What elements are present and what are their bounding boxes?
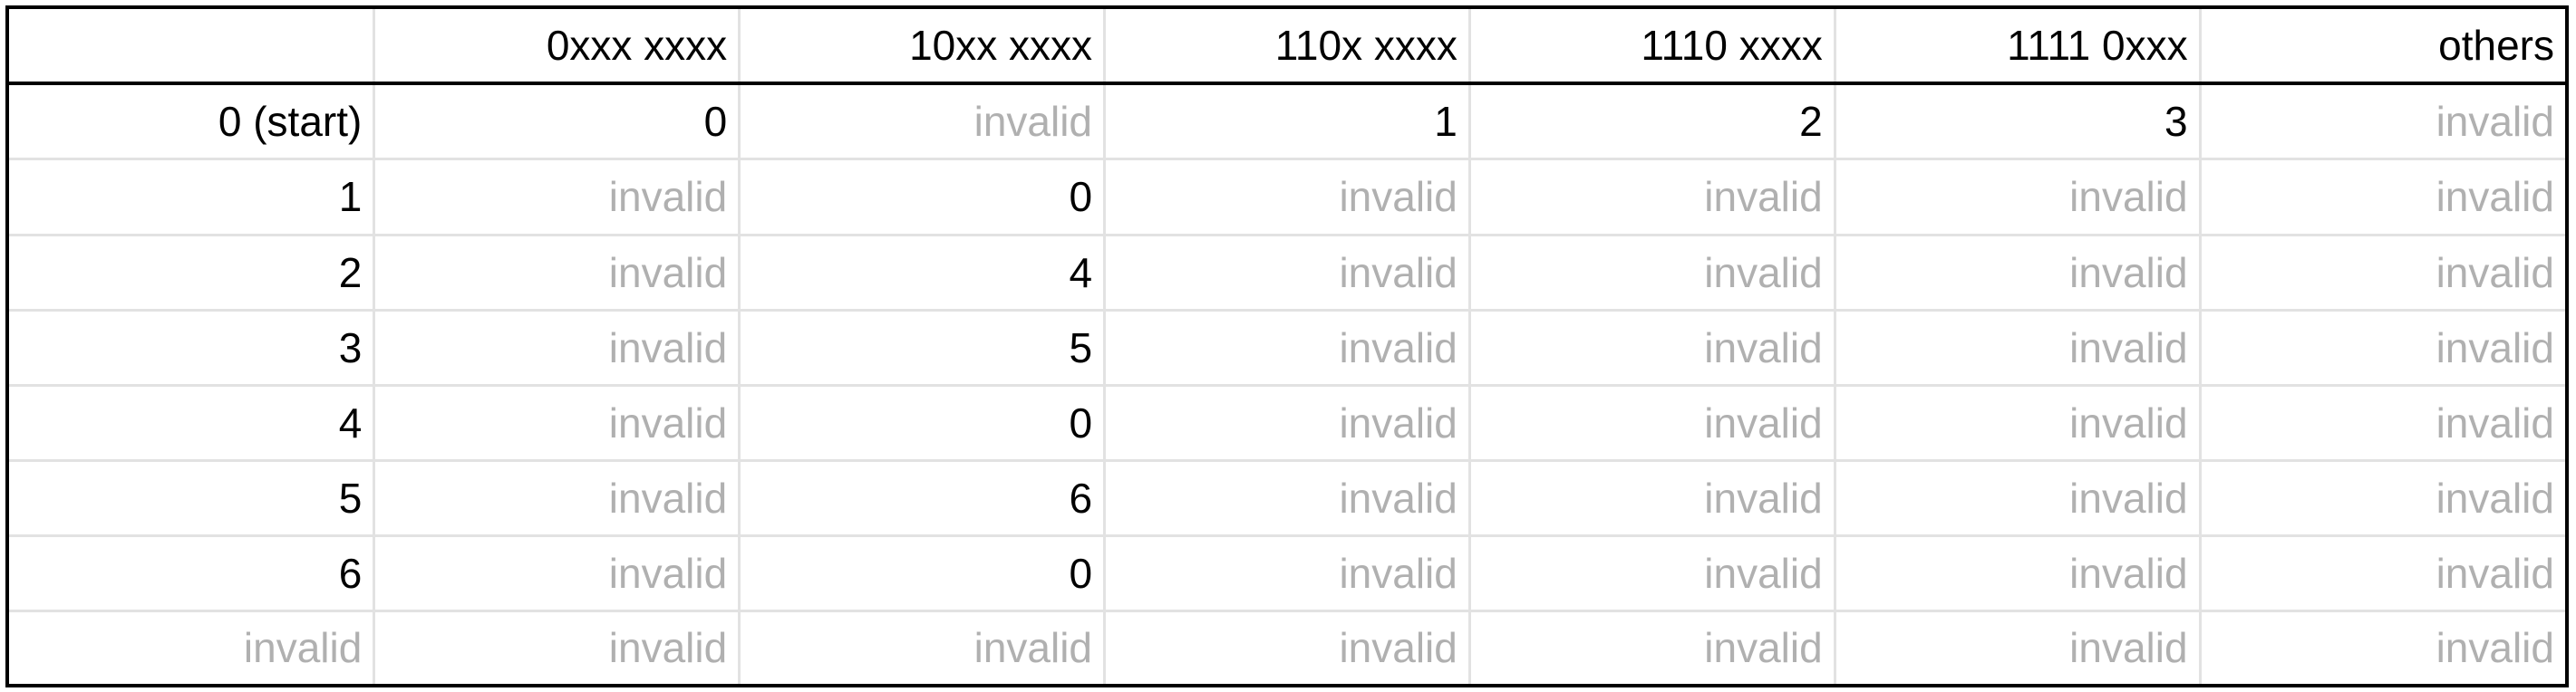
table-cell[interactable]: 0 bbox=[739, 535, 1107, 612]
table-cell[interactable]: invalid bbox=[1469, 310, 1836, 387]
table-cell[interactable]: invalid bbox=[1835, 610, 2202, 684]
table-cell[interactable]: invalid bbox=[1835, 159, 2202, 236]
table-cell[interactable]: invalid bbox=[1835, 460, 2202, 537]
table-cell[interactable]: invalid bbox=[1104, 385, 1471, 462]
table-cell[interactable]: invalid bbox=[739, 83, 1107, 161]
header-cell-others[interactable]: others bbox=[2200, 9, 2565, 85]
table-cell[interactable]: invalid bbox=[1104, 535, 1471, 612]
table-cell[interactable]: 2 bbox=[1469, 83, 1836, 161]
header-cell-0xxx[interactable]: 0xxx xxxx bbox=[373, 9, 741, 85]
table-cell[interactable]: 6 bbox=[739, 460, 1107, 537]
table-cell[interactable]: invalid bbox=[373, 235, 741, 312]
table-row: 6 invalid 0 invalid invalid invalid invalid bbox=[9, 535, 2565, 612]
table-row: 4 invalid 0 invalid invalid invalid invalid bbox=[9, 385, 2565, 462]
table-cell[interactable]: invalid bbox=[1835, 535, 2202, 612]
table-row: 0 (start) 0 invalid 1 2 3 invalid bbox=[9, 83, 2565, 161]
table-cell[interactable]: invalid bbox=[2200, 83, 2565, 161]
table-cell[interactable]: invalid bbox=[1469, 535, 1836, 612]
row-state-cell[interactable]: 3 bbox=[9, 310, 376, 387]
header-row: 0xxx xxxx 10xx xxxx 110x xxxx 1110 xxxx … bbox=[9, 9, 2565, 85]
row-state-cell[interactable]: 1 bbox=[9, 159, 376, 236]
header-cell-10xx[interactable]: 10xx xxxx bbox=[739, 9, 1107, 85]
table-cell[interactable]: 3 bbox=[1835, 83, 2202, 161]
table-cell[interactable]: invalid bbox=[1469, 235, 1836, 312]
table-cell[interactable]: invalid bbox=[373, 460, 741, 537]
table-cell[interactable]: invalid bbox=[2200, 460, 2565, 537]
table-cell[interactable]: invalid bbox=[1469, 385, 1836, 462]
table-row: 2 invalid 4 invalid invalid invalid invalid bbox=[9, 235, 2565, 312]
row-state-cell[interactable]: invalid bbox=[9, 610, 376, 684]
table-cell[interactable]: invalid bbox=[2200, 235, 2565, 312]
header-cell-1110[interactable]: 1110 xxxx bbox=[1469, 9, 1836, 85]
table-row: invalid invalid invalid invalid invalid inval… bbox=[9, 610, 2565, 684]
table-cell[interactable]: invalid bbox=[2200, 610, 2565, 684]
table-cell[interactable]: invalid bbox=[2200, 535, 2565, 612]
table-cell[interactable]: 4 bbox=[739, 235, 1107, 312]
row-state-cell[interactable]: 2 bbox=[9, 235, 376, 312]
table-cell[interactable]: invalid bbox=[1469, 610, 1836, 684]
state-transition-table: 0xxx xxxx 10xx xxxx 110x xxxx 1110 xxxx … bbox=[9, 9, 2565, 684]
table-cell[interactable]: 0 bbox=[373, 83, 741, 161]
table-cell[interactable]: invalid bbox=[1469, 159, 1836, 236]
table-cell[interactable]: invalid bbox=[2200, 385, 2565, 462]
table-cell[interactable]: invalid bbox=[1835, 310, 2202, 387]
table-cell[interactable]: invalid bbox=[1104, 460, 1471, 537]
table-cell[interactable]: invalid bbox=[373, 535, 741, 612]
row-state-cell[interactable]: 0 (start) bbox=[9, 83, 376, 161]
table-row: 1 invalid 0 invalid invalid invalid invalid bbox=[9, 159, 2565, 236]
table-cell[interactable]: invalid bbox=[739, 610, 1107, 684]
row-state-cell[interactable]: 6 bbox=[9, 535, 376, 612]
table-cell[interactable]: invalid bbox=[373, 385, 741, 462]
table-cell[interactable]: invalid bbox=[1104, 610, 1471, 684]
table-body: 0 (start) 0 invalid 1 2 3 invalid 1 invalid 0 inva… bbox=[9, 83, 2565, 684]
row-state-cell[interactable]: 4 bbox=[9, 385, 376, 462]
table-row: 5 invalid 6 invalid invalid invalid invalid bbox=[9, 460, 2565, 537]
table-cell[interactable]: invalid bbox=[2200, 310, 2565, 387]
table-cell[interactable]: invalid bbox=[1104, 310, 1471, 387]
header-cell-1111-0[interactable]: 1111 0xxx bbox=[1835, 9, 2202, 85]
header-cell-corner[interactable] bbox=[9, 9, 376, 85]
table-cell[interactable]: invalid bbox=[373, 310, 741, 387]
table-cell[interactable]: 5 bbox=[739, 310, 1107, 387]
table-cell[interactable]: invalid bbox=[373, 159, 741, 236]
table-cell[interactable]: invalid bbox=[2200, 159, 2565, 236]
table-cell[interactable]: 0 bbox=[739, 159, 1107, 236]
table-cell[interactable]: 0 bbox=[739, 385, 1107, 462]
table-cell[interactable]: invalid bbox=[1835, 385, 2202, 462]
table-cell[interactable]: invalid bbox=[1469, 460, 1836, 537]
table-row: 3 invalid 5 invalid invalid invalid invalid bbox=[9, 310, 2565, 387]
table-cell[interactable]: invalid bbox=[373, 610, 741, 684]
spreadsheet-frame: 0xxx xxxx 10xx xxxx 110x xxxx 1110 xxxx … bbox=[5, 5, 2569, 687]
table-cell[interactable]: invalid bbox=[1104, 159, 1471, 236]
table-cell[interactable]: invalid bbox=[1104, 235, 1471, 312]
header-cell-110x[interactable]: 110x xxxx bbox=[1104, 9, 1471, 85]
table-cell[interactable]: 1 bbox=[1104, 83, 1471, 161]
table-cell[interactable]: invalid bbox=[1835, 235, 2202, 312]
row-state-cell[interactable]: 5 bbox=[9, 460, 376, 537]
